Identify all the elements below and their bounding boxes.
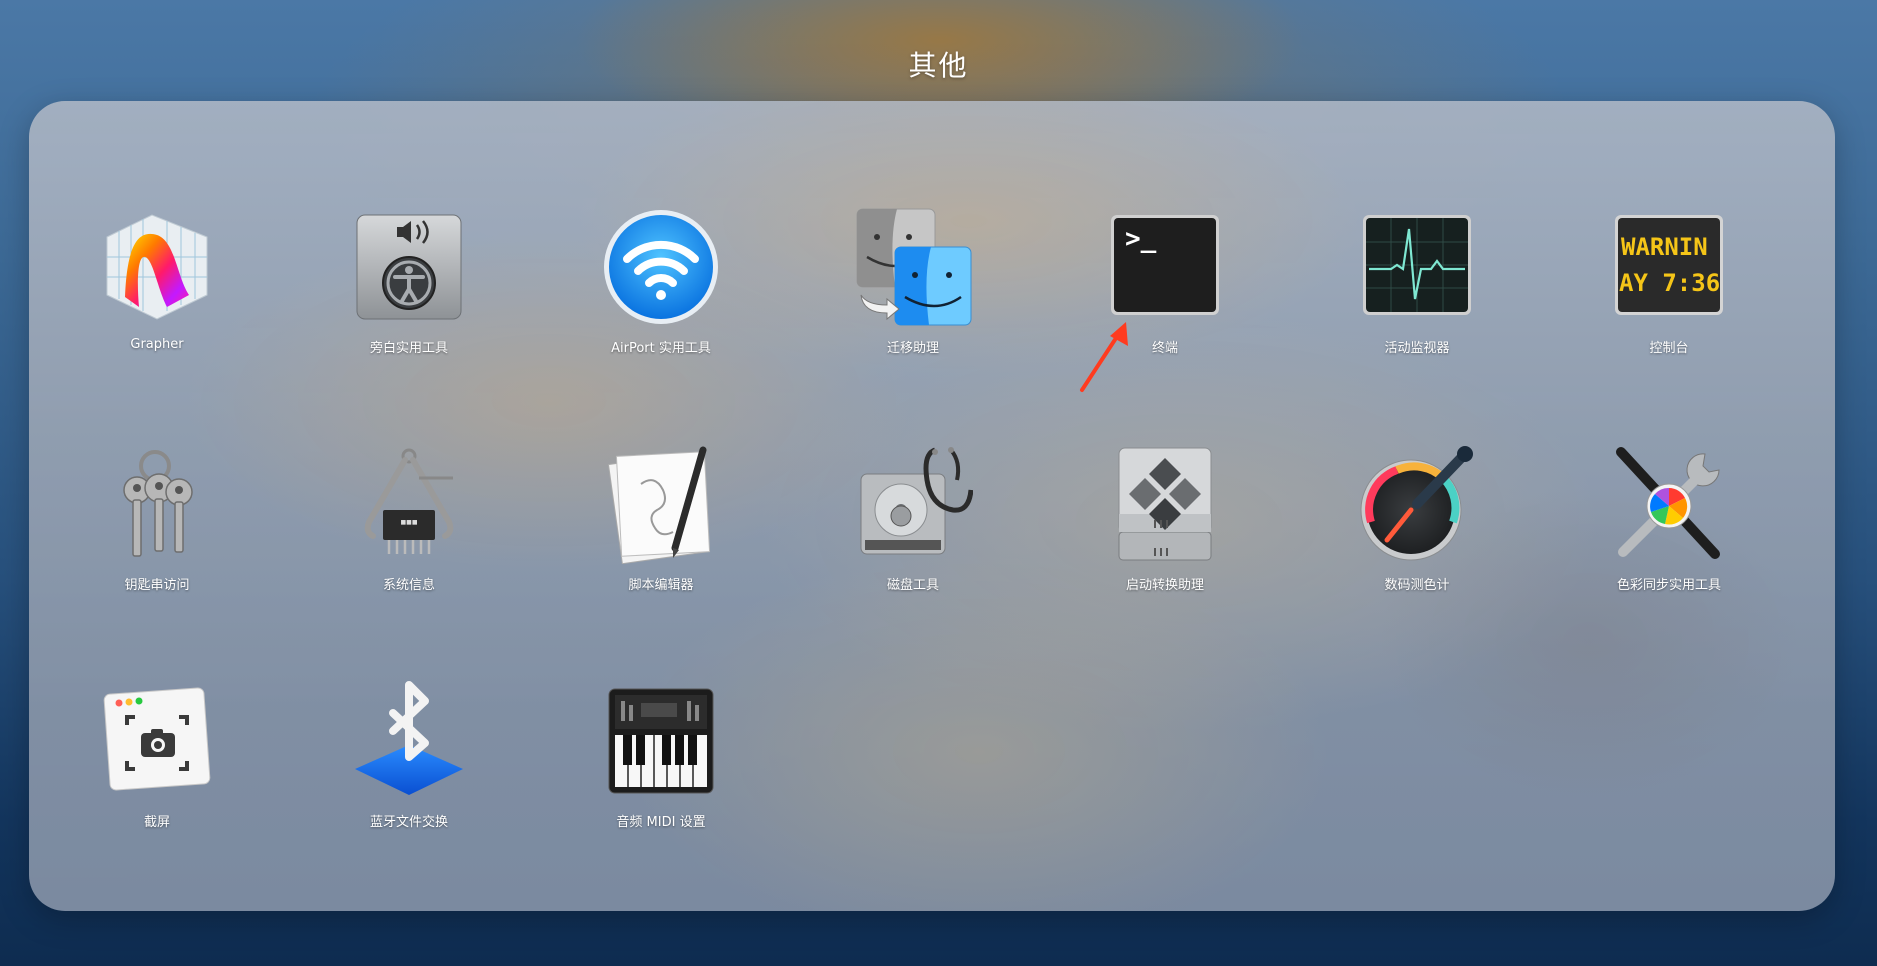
boot-camp-assistant-icon [1105,444,1225,564]
annotation-arrow [1080,322,1128,392]
svg-text:>_: >_ [1125,224,1157,254]
app-grapher[interactable]: Grapher [31,207,283,444]
app-label: 数码测色计 [1384,578,1450,593]
app-airport-utility[interactable]: AirPort 实用工具 [535,207,787,444]
script-editor-icon [601,444,721,564]
app-label: 钥匙串访问 [124,578,190,593]
digital-color-meter-icon [1357,444,1477,564]
app-label: 旁白实用工具 [369,341,448,356]
app-label: 脚本编辑器 [628,578,694,593]
app-label: Grapher [130,337,184,352]
voiceover-utility-icon [349,207,469,327]
disk-utility-icon [853,444,973,564]
svg-text:WARNIN: WARNIN [1621,233,1708,261]
svg-text:AY 7:36: AY 7:36 [1619,269,1720,297]
audio-midi-setup-icon [601,681,721,801]
grapher-icon [97,207,217,327]
bluetooth-file-exchange-icon [349,681,469,801]
app-console[interactable]: WARNIN AY 7:36 控制台 [1543,207,1795,444]
app-label: 系统信息 [382,578,435,593]
app-label: 音频 MIDI 设置 [616,815,706,830]
app-label: 截屏 [143,815,170,830]
app-voiceover-utility[interactable]: 旁白实用工具 [283,207,535,444]
app-disk-utility[interactable]: 磁盘工具 [787,444,1039,681]
keychain-access-icon [97,444,217,564]
console-icon: WARNIN AY 7:36 [1609,207,1729,327]
app-migration-assistant[interactable]: 迁移助理 [787,207,1039,444]
svg-text:■■■: ■■■ [400,519,417,526]
terminal-icon: >_ [1105,207,1225,327]
app-colorsync-utility[interactable]: 色彩同步实用工具 [1543,444,1795,681]
migration-assistant-icon [853,207,973,327]
app-label: 蓝牙文件交换 [369,815,448,830]
activity-monitor-icon [1357,207,1477,327]
app-activity-monitor[interactable]: 活动监视器 [1291,207,1543,444]
app-audio-midi-setup[interactable]: 音频 MIDI 设置 [535,681,787,918]
app-label: AirPort 实用工具 [611,341,711,356]
app-digital-color-meter[interactable]: 数码测色计 [1291,444,1543,681]
folder-title: 其他 [908,49,969,82]
app-label: 启动转换助理 [1125,578,1204,593]
app-boot-camp-assistant[interactable]: 启动转换助理 [1039,444,1291,681]
app-bluetooth-file-exchange[interactable]: 蓝牙文件交换 [283,681,535,918]
app-label: 控制台 [1649,341,1689,356]
app-label: 终端 [1151,341,1178,356]
app-grid: Grapher 旁白实用工具 AirPort 实用工具 迁移助理 >_ 终端 活… [31,207,1795,918]
airport-utility-icon [601,207,721,327]
colorsync-utility-icon [1609,444,1729,564]
app-label: 迁移助理 [886,341,939,356]
screenshot-icon [97,681,217,801]
app-keychain-access[interactable]: 钥匙串访问 [31,444,283,681]
app-label: 磁盘工具 [886,578,939,593]
system-information-icon: ■■■ [349,444,469,564]
app-label: 色彩同步实用工具 [1616,578,1721,593]
app-screenshot[interactable]: 截屏 [31,681,283,918]
app-system-information[interactable]: ■■■ 系统信息 [283,444,535,681]
app-script-editor[interactable]: 脚本编辑器 [535,444,787,681]
app-label: 活动监视器 [1384,341,1450,356]
